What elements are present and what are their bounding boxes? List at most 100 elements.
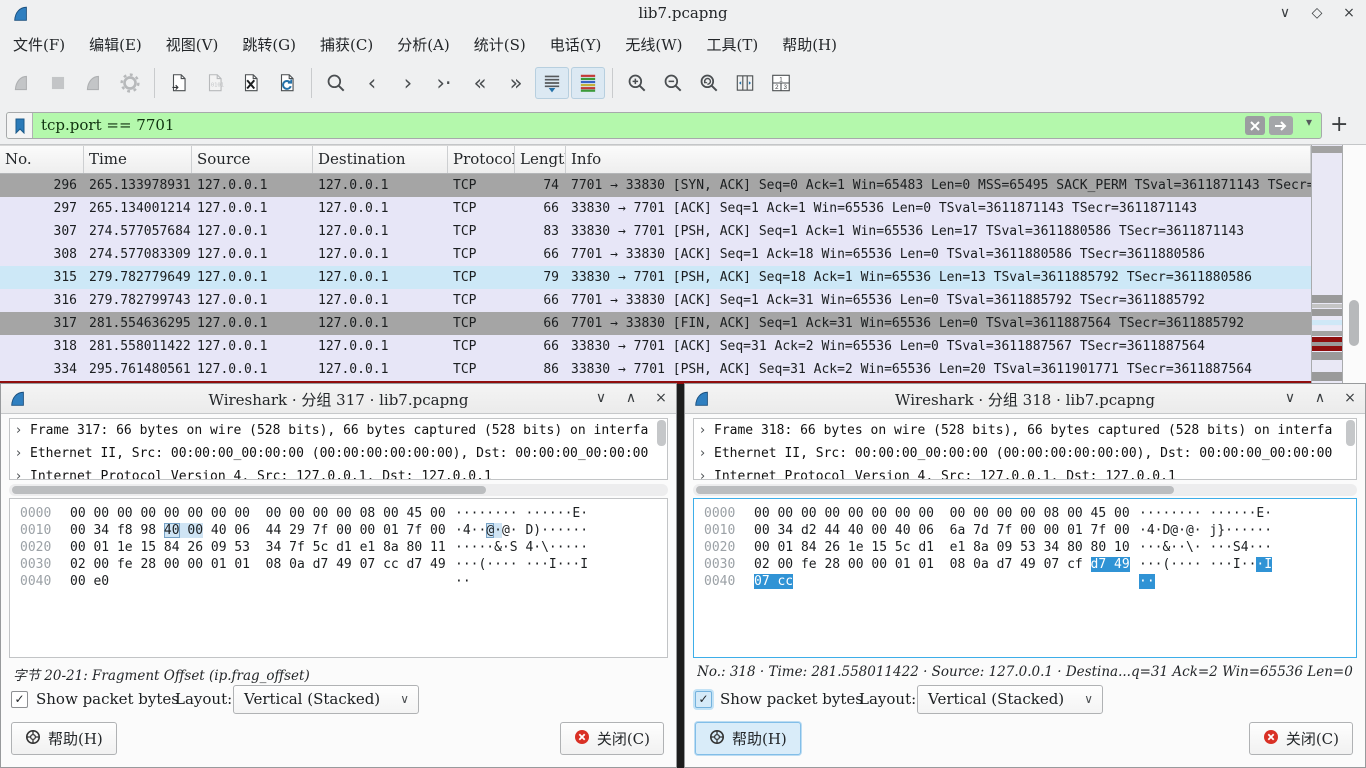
tree-row[interactable]: ›Internet Protocol Version 4, Src: 127.0… (694, 465, 1356, 480)
close-button[interactable]: 关闭(C) (560, 722, 664, 755)
hex-row[interactable]: 003002 00 fe 28 00 00 01 01 08 0a d7 49 … (694, 556, 1356, 573)
minimize-button[interactable]: ∨ (1274, 2, 1296, 24)
help-button[interactable]: 帮助(H) (695, 722, 801, 755)
show-packet-bytes-checkbox[interactable]: ✓ Show packet bytes (11, 687, 179, 711)
tree-scrollbar-thumb[interactable] (657, 420, 666, 446)
close-button[interactable]: × (1338, 2, 1360, 24)
packet-bytes-view[interactable]: 000000 00 00 00 00 00 00 00 00 00 00 00 … (693, 498, 1357, 658)
intelligent-scrollbar-map[interactable] (1311, 145, 1343, 384)
go-forward-button[interactable]: › (391, 67, 425, 99)
column-header-dst[interactable]: Destination (313, 146, 448, 173)
menu-edit[interactable]: 编辑(E) (78, 30, 153, 59)
tree-horizontal-scrollbar[interactable] (9, 484, 668, 496)
zoom-reset-button[interactable] (692, 67, 726, 99)
go-back-button[interactable]: ‹ (355, 67, 389, 99)
expander-icon[interactable]: › (700, 465, 714, 480)
tree-scrollbar-thumb[interactable] (1346, 420, 1355, 446)
menu-go[interactable]: 跳转(G) (231, 30, 307, 59)
column-header-no[interactable]: No. (0, 146, 84, 173)
packet-row-315[interactable]: 315279.782779649127.0.0.1127.0.0.1TCP793… (0, 266, 1311, 289)
close-button[interactable]: × (650, 387, 672, 409)
expander-icon[interactable]: › (700, 442, 714, 465)
hex-row[interactable]: 004007 cc·· (694, 573, 1356, 590)
show-packet-bytes-checkbox[interactable]: ✓ Show packet bytes (695, 687, 863, 711)
tree-horizontal-scrollbar[interactable] (693, 484, 1357, 496)
hex-row[interactable]: 002000 01 1e 15 84 26 09 53 34 7f 5c d1 … (10, 539, 667, 556)
maximize-button[interactable]: ◇ (1306, 2, 1328, 24)
packet-row-308[interactable]: 308274.577083309127.0.0.1127.0.0.1TCP667… (0, 243, 1311, 266)
close-button[interactable]: × (1339, 387, 1361, 409)
packet-row-316[interactable]: 316279.782799743127.0.0.1127.0.0.1TCP667… (0, 289, 1311, 312)
minimize-button[interactable]: ∨ (590, 387, 612, 409)
hex-row[interactable]: 001000 34 d2 44 40 00 40 06 6a 7d 7f 00 … (694, 522, 1356, 539)
menu-help[interactable]: 帮助(H) (771, 30, 848, 59)
zoom-out-button[interactable] (656, 67, 690, 99)
layout-select[interactable]: Vertical (Stacked) ∨ (233, 685, 419, 714)
tree-scrollbar[interactable] (1346, 420, 1355, 478)
column-header-info[interactable]: Info (566, 146, 1311, 173)
tree-row[interactable]: ›Ethernet II, Src: 00:00:00_00:00:00 (00… (10, 442, 667, 465)
menu-wireless[interactable]: 无线(W) (614, 30, 693, 59)
display-filter-input[interactable]: tcp.port == 7701 ▾ (6, 112, 1322, 139)
expander-icon[interactable]: › (16, 465, 30, 480)
hex-row[interactable]: 004000 e0·· (10, 573, 667, 590)
tree-row[interactable]: ›Internet Protocol Version 4, Src: 127.0… (10, 465, 667, 480)
expander-icon[interactable]: › (16, 442, 30, 465)
hex-row[interactable]: 000000 00 00 00 00 00 00 00 00 00 00 00 … (10, 505, 667, 522)
auto-scroll-button[interactable] (535, 67, 569, 99)
zoom-in-button[interactable] (620, 67, 654, 99)
maximize-button[interactable]: ∧ (620, 387, 642, 409)
menu-capture[interactable]: 捕获(C) (309, 30, 384, 59)
packet-row-297[interactable]: 297265.134001214127.0.0.1127.0.0.1TCP663… (0, 197, 1311, 220)
tree-scrollbar[interactable] (657, 420, 666, 478)
menu-file[interactable]: 文件(F) (2, 30, 76, 59)
column-header-len[interactable]: Length (515, 146, 566, 173)
reload-file-button[interactable] (270, 67, 304, 99)
open-file-button[interactable] (162, 67, 196, 99)
packet-row-296[interactable]: 296265.133978931127.0.0.1127.0.0.1TCP747… (0, 174, 1311, 197)
column-header-proto[interactable]: Protocol (448, 146, 515, 173)
menu-statistics[interactable]: 统计(S) (463, 30, 537, 59)
find-packet-button[interactable] (319, 67, 353, 99)
tree-hscrollbar-thumb[interactable] (696, 486, 1174, 494)
expander-icon[interactable]: › (16, 419, 30, 442)
layout-1-2-3-button[interactable]: 123 (764, 67, 798, 99)
go-first-packet-button[interactable]: « (463, 67, 497, 99)
column-header-src[interactable]: Source (192, 146, 313, 173)
expander-icon[interactable]: › (700, 419, 714, 442)
add-filter-button[interactable]: + (1330, 114, 1348, 136)
maximize-button[interactable]: ∧ (1309, 387, 1331, 409)
packet-row-318[interactable]: 318281.558011422127.0.0.1127.0.0.1TCP663… (0, 335, 1311, 358)
close-file-button[interactable] (234, 67, 268, 99)
apply-filter-button[interactable] (1269, 116, 1293, 135)
tree-row[interactable]: ›Frame 317: 66 bytes on wire (528 bits),… (10, 419, 667, 442)
hex-row[interactable]: 002000 01 84 26 1e 15 5c d1 e1 8a 09 53 … (694, 539, 1356, 556)
packet-row-317[interactable]: 317281.554636295127.0.0.1127.0.0.1TCP667… (0, 312, 1311, 335)
packet-detail-tree[interactable]: ›Frame 317: 66 bytes on wire (528 bits),… (9, 418, 668, 480)
minimize-button[interactable]: ∨ (1279, 387, 1301, 409)
menu-view[interactable]: 视图(V) (155, 30, 230, 59)
help-button[interactable]: 帮助(H) (11, 722, 117, 755)
clear-filter-button[interactable] (1245, 116, 1265, 135)
menu-telephony[interactable]: 电话(Y) (539, 30, 613, 59)
scrollbar-thumb[interactable] (1349, 300, 1359, 346)
bookmark-icon[interactable] (7, 113, 33, 138)
packet-bytes-view[interactable]: 000000 00 00 00 00 00 00 00 00 00 00 00 … (9, 498, 668, 658)
resize-columns-button[interactable] (728, 67, 762, 99)
hex-row[interactable]: 000000 00 00 00 00 00 00 00 00 00 00 00 … (694, 505, 1356, 522)
go-last-packet-button[interactable]: » (499, 67, 533, 99)
packet-list-scrollbar[interactable] (1343, 145, 1366, 384)
colorize-packets-button[interactable] (571, 67, 605, 99)
menu-tools[interactable]: 工具(T) (695, 30, 769, 59)
filter-dropdown-caret[interactable]: ▾ (1306, 115, 1312, 129)
tree-row[interactable]: ›Frame 318: 66 bytes on wire (528 bits),… (694, 419, 1356, 442)
hex-row[interactable]: 001000 34 f8 98 40 00 40 06 44 29 7f 00 … (10, 522, 667, 539)
packet-row-307[interactable]: 307274.577057684127.0.0.1127.0.0.1TCP833… (0, 220, 1311, 243)
packet-row-334[interactable]: 334295.761480561127.0.0.1127.0.0.1TCP863… (0, 358, 1311, 381)
menu-analyze[interactable]: 分析(A) (386, 30, 461, 59)
tree-row[interactable]: ›Ethernet II, Src: 00:00:00_00:00:00 (00… (694, 442, 1356, 465)
column-header-time[interactable]: Time (84, 146, 192, 173)
packet-detail-tree[interactable]: ›Frame 318: 66 bytes on wire (528 bits),… (693, 418, 1357, 480)
close-button[interactable]: 关闭(C) (1249, 722, 1353, 755)
tree-hscrollbar-thumb[interactable] (12, 486, 486, 494)
